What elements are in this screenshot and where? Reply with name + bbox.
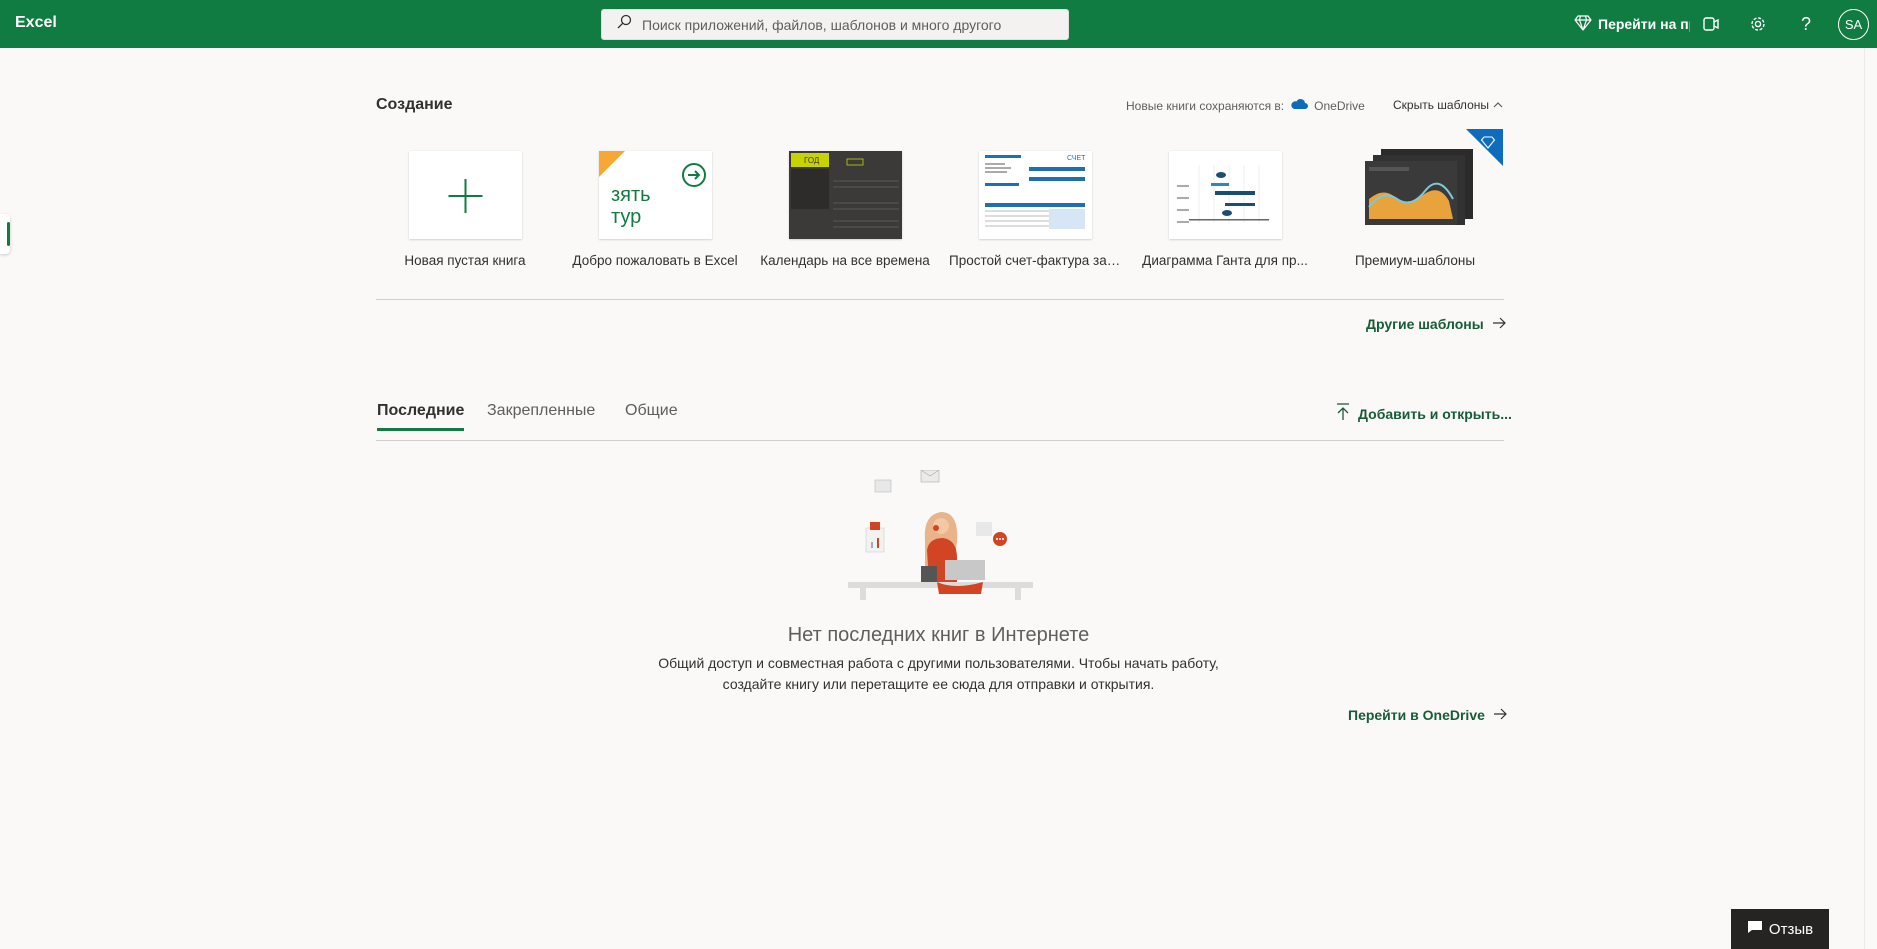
tab-pinned[interactable]: Закрепленные [487,402,595,428]
left-rail-indicator[interactable] [0,214,10,254]
hide-templates-button[interactable]: Скрыть шаблоны [1393,98,1503,112]
save-location-note: Новые книги сохраняются в: OneDrive [1126,98,1365,113]
arrow-right-icon [1493,707,1507,723]
template-label: Календарь на все времена [760,253,930,268]
search-input[interactable] [642,16,1062,33]
template-label: Диаграмма Ганта для пр... [1142,253,1308,268]
meet-now-icon[interactable] [1699,12,1723,36]
premium-label: Перейти на премиум [1598,16,1690,32]
blank-workbook-thumbnail [408,151,522,239]
template-label: Добро пожаловать в Excel [572,253,738,268]
feedback-button[interactable]: Отзыв [1731,909,1829,949]
tabs-divider [376,440,1504,441]
go-to-onedrive-link[interactable]: Перейти в OneDrive [1348,707,1507,723]
template-label: Новая пустая книга [404,253,526,268]
empty-desc-line: Общий доступ и совместная работа с други… [658,655,1219,671]
section-divider [376,299,1504,300]
empty-state-illustration [848,470,1033,600]
save-note-text: Новые книги сохраняются в: [1126,98,1285,113]
add-open-label: Добавить и открыть... [1358,405,1512,422]
scrollbar[interactable] [1864,48,1877,949]
tab-recent[interactable]: Последние [377,402,465,431]
premium-thumbnail [1359,129,1503,239]
empty-state-title: Нет последних книг в Интернете [787,624,1090,646]
template-label: Премиум-шаблоны [1354,253,1476,268]
plus-icon [448,179,482,213]
search-box[interactable] [601,9,1069,40]
template-blank-workbook[interactable]: Новая пустая книга [381,151,549,268]
gantt-thumbnail [1168,151,1282,239]
add-open-button[interactable]: Добавить и открыть... [1336,403,1512,424]
empty-desc-line: создайте книгу или перетащите ее сюда дл… [722,676,1155,692]
calendar-thumbnail: ГОД [788,151,902,239]
template-label: Простой счет-фактура за ... [949,253,1121,268]
upload-icon [1336,403,1350,424]
go-onedrive-label: Перейти в OneDrive [1348,707,1485,723]
feedback-label: Отзыв [1768,920,1814,938]
more-templates-label: Другие шаблоны [1366,316,1484,332]
svg-text:СЧЕТ: СЧЕТ [1067,155,1086,162]
chat-icon [1747,920,1763,938]
help-icon[interactable]: ? [1794,12,1818,36]
more-templates-link[interactable]: Другие шаблоны [1366,316,1506,332]
svg-text:зять: зять [611,184,651,206]
svg-text:ГОД: ГОД [804,156,820,165]
template-invoice[interactable]: СЧЕТ Простой счет-фактура за ... [949,151,1121,268]
gear-icon[interactable] [1746,12,1770,36]
template-calendar[interactable]: ГОД Календарь на все времена [760,151,930,268]
hide-templates-label: Скрыть шаблоны [1393,98,1489,112]
diamond-icon [1574,14,1592,34]
top-bar: Excel Перейти на премиум ? SA [0,0,1877,48]
template-welcome[interactable]: зять тур Добро пожаловать в Excel [571,151,739,268]
onedrive-cloud-icon [1290,98,1309,113]
arrow-right-icon [1492,316,1506,332]
premium-button[interactable]: Перейти на премиум [1574,12,1690,36]
app-title[interactable]: Excel [15,14,57,32]
save-location[interactable]: OneDrive [1314,99,1365,113]
template-premium[interactable]: Премиум-шаблоны [1331,129,1503,268]
invoice-thumbnail: СЧЕТ [978,151,1092,239]
welcome-thumbnail: зять тур [598,151,712,239]
create-section-title: Создание [376,96,453,113]
template-gantt[interactable]: Диаграмма Ганта для пр... [1141,151,1309,268]
tab-shared[interactable]: Общие [625,402,678,428]
empty-state-description: Общий доступ и совместная работа с други… [0,653,1877,695]
svg-text:тур: тур [611,206,641,228]
chevron-up-icon [1493,98,1503,112]
avatar[interactable]: SA [1838,9,1869,40]
search-icon [616,14,632,35]
